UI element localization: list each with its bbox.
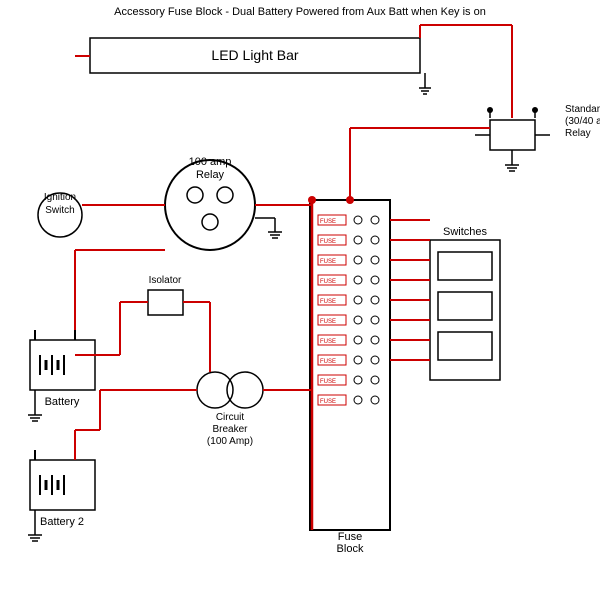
standard-relay-coil [490, 120, 535, 150]
svg-text:FUSE: FUSE [320, 299, 336, 305]
svg-text:Switch: Switch [45, 205, 74, 216]
svg-text:(100 Amp): (100 Amp) [207, 436, 253, 447]
led-light-bar-label: LED Light Bar [211, 47, 298, 63]
fuse-block-label: Fuse [338, 531, 362, 543]
isolator [148, 290, 183, 315]
svg-text:(30/40 amp): (30/40 amp) [565, 116, 600, 127]
title: Accessory Fuse Block - Dual Battery Powe… [114, 6, 486, 18]
circuit-breaker-label: Circuit [216, 412, 245, 423]
svg-text:FUSE: FUSE [320, 239, 336, 245]
svg-text:Relay: Relay [565, 128, 591, 139]
svg-text:FUSE: FUSE [320, 339, 336, 345]
svg-text:FUSE: FUSE [320, 259, 336, 265]
battery2-label: Battery 2 [40, 516, 84, 528]
svg-text:FUSE: FUSE [320, 359, 336, 365]
svg-text:Relay: Relay [196, 169, 225, 181]
svg-text:Breaker: Breaker [212, 424, 248, 435]
svg-text:Block: Block [337, 543, 364, 555]
switches-panel [430, 240, 500, 380]
ignition-switch-label: Ignition [44, 192, 76, 203]
switches-label: Switches [443, 226, 488, 238]
svg-text:FUSE: FUSE [320, 319, 336, 325]
battery1-label: Battery [45, 396, 80, 408]
svg-text:FUSE: FUSE [320, 399, 336, 405]
svg-text:FUSE: FUSE [320, 379, 336, 385]
100amp-relay-label: 100 amp [189, 156, 232, 168]
standard-relay-label: Standard [565, 104, 600, 115]
svg-text:FUSE: FUSE [320, 279, 336, 285]
svg-text:FUSE: FUSE [320, 219, 336, 225]
isolator-label: Isolator [149, 275, 182, 286]
diagram-container: Accessory Fuse Block - Dual Battery Powe… [0, 0, 600, 600]
